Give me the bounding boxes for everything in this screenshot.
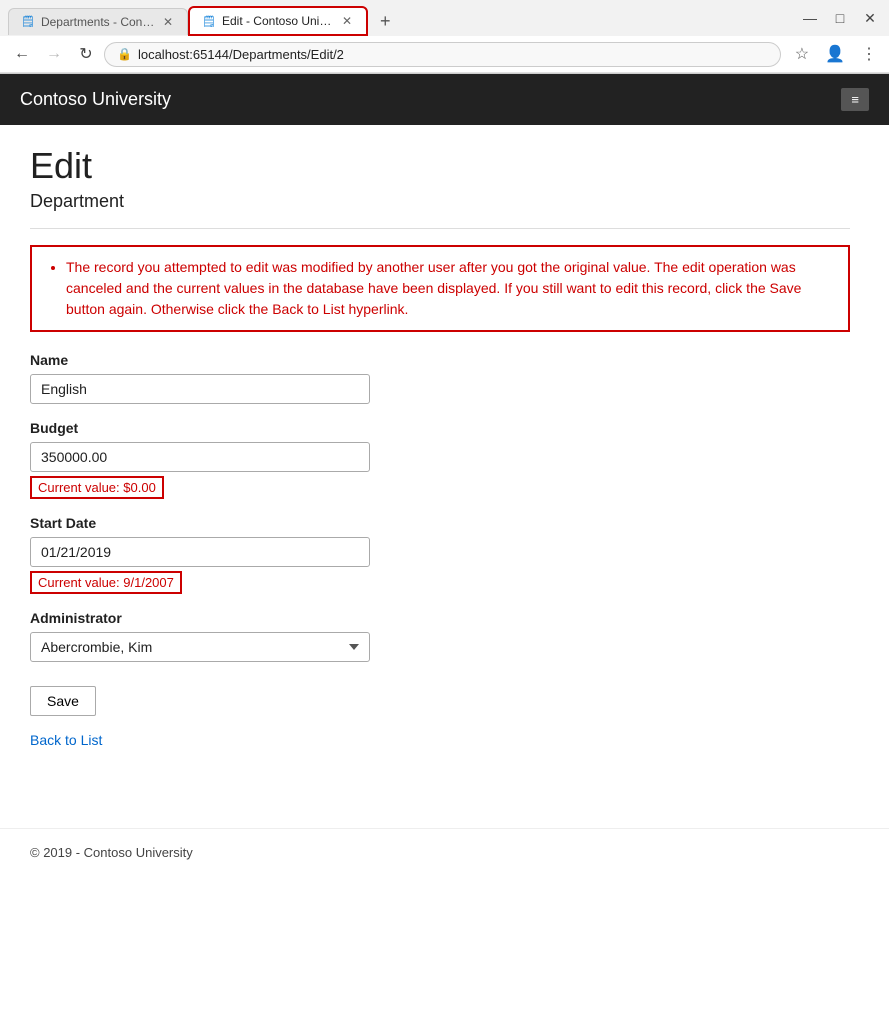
error-box: The record you attempted to edit was mod… [30, 245, 850, 332]
budget-label: Budget [30, 420, 850, 436]
tab-label-2: Edit - Contoso University [222, 14, 334, 28]
navigation-bar: ← → ↻ 🔒 localhost:65144/Departments/Edit… [0, 36, 889, 73]
back-button[interactable]: ← [8, 40, 36, 68]
maximize-button[interactable]: □ [829, 10, 851, 26]
tab-edit[interactable]: 🗒 Edit - Contoso University ✕ [188, 6, 368, 36]
account-icon[interactable]: 👤 [821, 40, 849, 68]
edit-form: Name Budget Current value: $0.00 Start D… [30, 352, 850, 788]
name-input[interactable] [30, 374, 370, 404]
browser-menu-icon[interactable]: ⋮ [857, 40, 881, 68]
address-text: localhost:65144/Departments/Edit/2 [138, 47, 344, 62]
administrator-select[interactable]: Abercrombie, Kim Fakhouri, Fadi Harui, R… [30, 632, 370, 662]
page-heading: Edit [30, 145, 850, 187]
start-date-current-value: Current value: 9/1/2007 [30, 571, 182, 594]
nav-toggle-button[interactable]: ≡ [841, 88, 869, 111]
tab-close-1[interactable]: ✕ [161, 15, 175, 29]
name-field-group: Name [30, 352, 850, 404]
tab-label-1: Departments - Contoso Universi… [41, 15, 155, 29]
browser-chrome: 🗒 Departments - Contoso Universi… ✕ 🗒 Ed… [0, 0, 889, 74]
close-button[interactable]: ✕ [859, 10, 881, 27]
budget-field-group: Budget Current value: $0.00 [30, 420, 850, 499]
tab-close-2[interactable]: ✕ [340, 14, 354, 28]
error-message: The record you attempted to edit was mod… [66, 257, 834, 320]
window-controls: — □ ✕ [799, 10, 881, 33]
budget-current-value: Current value: $0.00 [30, 476, 164, 499]
administrator-field-group: Administrator Abercrombie, Kim Fakhouri,… [30, 610, 850, 662]
error-list: The record you attempted to edit was mod… [46, 257, 834, 320]
footer: © 2019 - Contoso University [0, 828, 889, 876]
administrator-label: Administrator [30, 610, 850, 626]
start-date-field-group: Start Date Current value: 9/1/2007 [30, 515, 850, 594]
start-date-label: Start Date [30, 515, 850, 531]
back-to-list-link[interactable]: Back to List [30, 732, 102, 748]
bookmark-icon[interactable]: ☆ [791, 40, 813, 68]
footer-text: © 2019 - Contoso University [30, 845, 193, 860]
page-subheading: Department [30, 191, 850, 212]
tab-favicon-1: 🗒 [21, 15, 35, 28]
new-tab-button[interactable]: + [372, 7, 399, 36]
tab-bar: 🗒 Departments - Contoso Universi… ✕ 🗒 Ed… [0, 0, 889, 36]
start-date-input[interactable] [30, 537, 370, 567]
nav-right-icons: ☆ 👤 ⋮ [785, 40, 881, 68]
minimize-button[interactable]: — [799, 10, 821, 26]
budget-input[interactable] [30, 442, 370, 472]
page-content: Edit Department The record you attempted… [0, 125, 880, 828]
refresh-button[interactable]: ↻ [72, 40, 100, 68]
name-label: Name [30, 352, 850, 368]
app-title: Contoso University [20, 89, 171, 110]
lock-icon: 🔒 [117, 47, 132, 61]
divider [30, 228, 850, 229]
tab-departments[interactable]: 🗒 Departments - Contoso Universi… ✕ [8, 8, 188, 35]
tab-favicon-2: 🗒 [202, 15, 216, 28]
app-header: Contoso University ≡ [0, 74, 889, 125]
save-button[interactable]: Save [30, 686, 96, 716]
address-bar[interactable]: 🔒 localhost:65144/Departments/Edit/2 [104, 42, 781, 67]
forward-button[interactable]: → [40, 40, 68, 68]
